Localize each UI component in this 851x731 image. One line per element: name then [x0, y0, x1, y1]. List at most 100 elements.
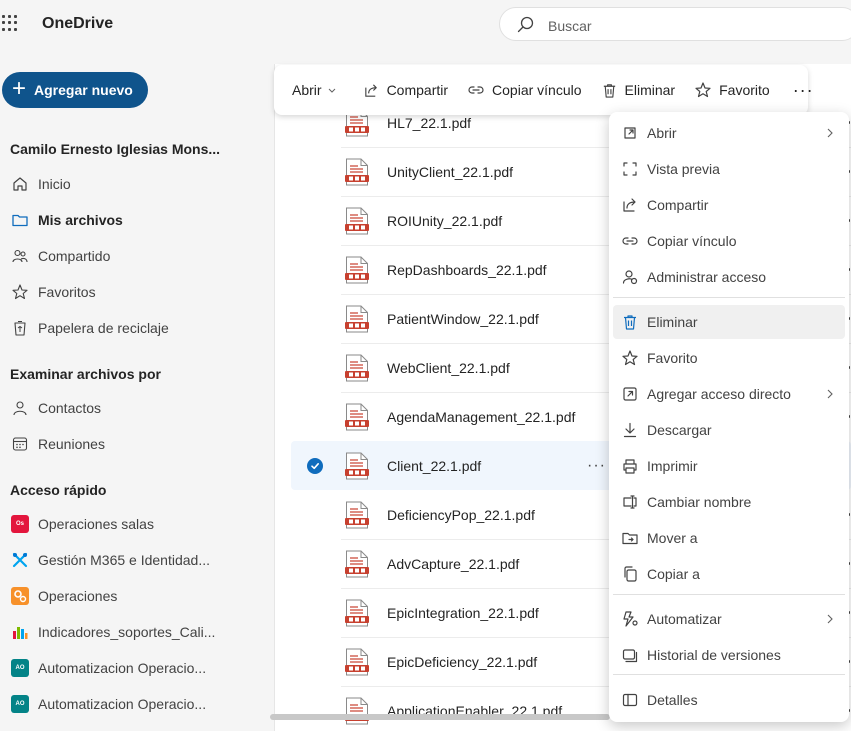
menu-item-automatizar[interactable]: Automatizar	[613, 602, 845, 636]
sidebar-item-favoritos[interactable]: Favoritos	[10, 274, 272, 310]
pdf-file-icon	[345, 550, 369, 578]
checkmark-icon[interactable]	[307, 457, 323, 474]
pdf-file-icon	[345, 452, 369, 480]
file-name[interactable]: AgendaManagement_22.1.pdf	[387, 409, 575, 425]
menu-item-copiar-a[interactable]: Copiar a	[613, 557, 845, 591]
menu-item-vista-previa[interactable]: Vista previa	[613, 152, 845, 186]
more-options-button[interactable]: ···	[793, 81, 814, 99]
menu-item-compartir[interactable]: Compartir	[613, 188, 845, 222]
open-icon	[624, 127, 636, 139]
file-name[interactable]: AdvCapture_22.1.pdf	[387, 556, 519, 572]
menu-item-eliminar[interactable]: Eliminar	[613, 305, 845, 339]
person-icon	[10, 398, 30, 418]
chevron-right-icon	[827, 614, 833, 624]
menu-item-label: Administrar acceso	[647, 269, 767, 285]
menu-item-cambiar-nombre[interactable]: Cambiar nombre	[613, 485, 845, 519]
details-icon	[622, 693, 638, 707]
menu-item-copiar-vinculo[interactable]: Copiar vínculo	[613, 224, 845, 258]
gears-icon	[10, 586, 30, 606]
open-button[interactable]: Abrir	[292, 82, 344, 98]
plus-icon: +	[12, 75, 27, 102]
menu-item-historial-de-versiones[interactable]: Historial de versiones	[613, 638, 845, 672]
folder-icon	[10, 210, 30, 230]
sidebar-item-reuniones[interactable]: Reuniones	[10, 426, 272, 462]
search-input[interactable]: Buscar	[548, 18, 592, 34]
menu-item-label: Detalles	[647, 692, 698, 708]
menu-item-label: Eliminar	[647, 314, 698, 330]
file-name[interactable]: PatientWindow_22.1.pdf	[387, 311, 539, 327]
trash-icon	[603, 83, 615, 98]
horizontal-scrollbar[interactable]	[270, 714, 610, 720]
menu-item-descargar[interactable]: Descargar	[613, 413, 845, 447]
pdf-file-icon	[345, 697, 369, 725]
share-button[interactable]: Compartir	[363, 82, 448, 99]
menu-item-mover-a[interactable]: Mover a	[613, 521, 845, 555]
menu-item-administrar-acceso[interactable]: Administrar acceso	[613, 260, 845, 294]
row-more-button[interactable]: ···	[587, 457, 606, 475]
menu-item-label: Historial de versiones	[647, 647, 781, 663]
menu-divider	[613, 297, 845, 298]
site-logo-icon: AO	[11, 659, 29, 677]
file-name[interactable]: UnityClient_22.1.pdf	[387, 164, 513, 180]
pdf-file-icon	[345, 256, 369, 284]
add-new-button[interactable]: + Agregar nuevo	[2, 72, 148, 108]
app-launcher-icon[interactable]	[2, 15, 18, 31]
user-name: Camilo Ernesto Iglesias Mons...	[10, 141, 221, 157]
pdf-file-icon	[345, 501, 369, 529]
pdf-file-icon	[345, 599, 369, 627]
file-name[interactable]: RepDashboards_22.1.pdf	[387, 262, 547, 278]
manage-access-icon	[622, 270, 638, 285]
menu-item-label: Copiar a	[647, 566, 700, 582]
menu-item-label: Mover a	[647, 530, 698, 546]
trash-icon	[624, 315, 636, 330]
file-name[interactable]: ROIUnity_22.1.pdf	[387, 213, 502, 229]
quick-item-gestion-m365[interactable]: Gestión M365 e Identidad...	[10, 542, 272, 578]
chevron-down-icon	[328, 88, 335, 93]
shortcut-icon	[623, 387, 637, 401]
favorite-button[interactable]: Favorito	[694, 81, 770, 99]
menu-item-label: Favorito	[647, 350, 698, 366]
file-name[interactable]: HL7_22.1.pdf	[387, 115, 471, 131]
menu-item-label: Copiar vínculo	[647, 233, 737, 249]
app-title[interactable]: OneDrive	[42, 15, 113, 33]
menu-item-detalles[interactable]: Detalles	[613, 683, 845, 717]
menu-item-label: Cambiar nombre	[647, 494, 752, 510]
rename-icon	[623, 495, 637, 509]
menu-item-agregar-acceso-directo[interactable]: Agregar acceso directo	[613, 377, 845, 411]
menu-item-label: Descargar	[647, 422, 712, 438]
quick-item-indicadores[interactable]: Indicadores_soportes_Cali...	[10, 614, 272, 650]
add-new-label: Agregar nuevo	[34, 82, 133, 98]
link-icon	[622, 237, 638, 245]
menu-item-label: Agregar acceso directo	[647, 386, 791, 402]
quick-item-operaciones-salas[interactable]: Os Operaciones salas	[10, 506, 272, 542]
menu-item-imprimir[interactable]: Imprimir	[613, 449, 845, 483]
quick-item-automatizacion-2[interactable]: AO Automatizacion Operacio...	[10, 686, 272, 722]
file-name[interactable]: EpicDeficiency_22.1.pdf	[387, 654, 537, 670]
link-icon	[468, 86, 484, 94]
quick-item-automatizacion-1[interactable]: AO Automatizacion Operacio...	[10, 650, 272, 686]
pdf-file-icon	[345, 354, 369, 382]
copy-link-button[interactable]: Copiar vínculo	[467, 81, 582, 99]
menu-item-label: Abrir	[647, 125, 677, 141]
file-name[interactable]: WebClient_22.1.pdf	[387, 360, 510, 376]
command-bar: Abrir Compartir Copiar vínculo Eliminar …	[274, 65, 813, 115]
recycle-bin-icon	[10, 318, 30, 338]
sidebar-item-compartido[interactable]: Compartido	[10, 238, 272, 274]
sidebar-item-contactos[interactable]: Contactos	[10, 390, 272, 426]
sidebar-item-inicio[interactable]: Inicio	[10, 166, 272, 202]
sidebar-item-papelera[interactable]: Papelera de reciclaje	[10, 310, 272, 346]
quick-item-operaciones[interactable]: Operaciones	[10, 578, 272, 614]
search-box[interactable]: Buscar	[499, 7, 851, 41]
menu-item-abrir[interactable]: Abrir	[613, 116, 845, 150]
delete-button[interactable]: Eliminar	[601, 82, 675, 99]
menu-item-favorito[interactable]: Favorito	[613, 341, 845, 375]
sidebar-item-mis-archivos[interactable]: Mis archivos	[10, 202, 272, 238]
version-history-icon	[622, 649, 638, 663]
file-name[interactable]: Client_22.1.pdf	[387, 458, 481, 474]
pdf-file-icon	[345, 158, 369, 186]
bar-chart-icon	[10, 622, 30, 642]
file-name[interactable]: DeficiencyPop_22.1.pdf	[387, 507, 535, 523]
automate-icon	[623, 611, 638, 627]
pdf-file-icon	[345, 648, 369, 676]
file-name[interactable]: EpicIntegration_22.1.pdf	[387, 605, 539, 621]
